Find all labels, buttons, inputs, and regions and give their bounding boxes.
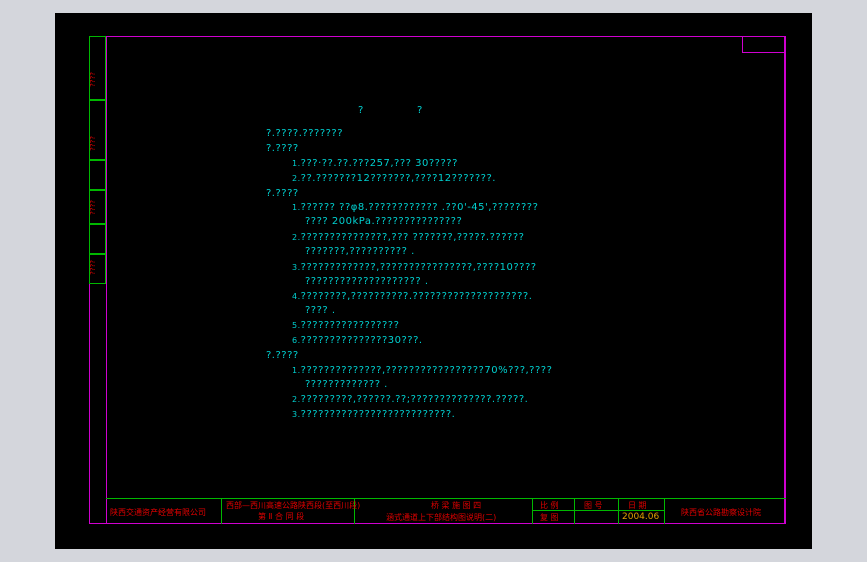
note-line: 1.?????? ??φ8.???????????? .??0'-45',???… [292,202,538,213]
date-label: 日 期 [628,501,647,510]
section-heading: ?.???? [266,143,299,154]
side-strip-cell [89,100,106,160]
side-label: ???? [89,72,97,87]
title-block-divider [664,498,665,524]
note-line: 2.???????????????,??? ???????,?????.????… [292,232,524,243]
title-block: 陕西交通资产经营有限公司 西部—西川高速公路陕西段(至西川段) 第 Ⅱ 合 同 … [106,498,786,524]
note-text: ???? . [305,305,336,316]
drawing-series: 桥 梁 施 图 四 [431,501,482,510]
note-number: 3. [292,263,301,272]
note-number: 2. [292,395,301,404]
corner-box [742,36,786,53]
note-text: ??.???????12???????,????12???????. [300,173,496,184]
note-number: 1. [292,366,301,375]
scale-label: 比 例 [540,501,559,510]
title-block-divider [574,498,575,524]
section-heading: ?.???? [266,188,299,199]
note-text: ???? 200kPa.??????????????? [305,216,463,227]
review-label: 复 图 [540,513,559,522]
company-name: 陕西交通资产经营有限公司 [110,508,206,517]
note-line: 5.????????????????? [292,320,399,331]
design-institute: 陕西省公路勘察设计院 [681,508,761,517]
note-text: ????????????????? [300,320,400,331]
note-number: 1. [292,159,301,168]
note-text: ???????,?????????? . [305,246,415,257]
title-block-divider [532,498,533,524]
note-text: ?????????,??????.??;??????????????.?????… [300,394,529,405]
note-text: ???????????????30???. [300,335,423,346]
note-line: 2.??.???????12???????,????12???????. [292,173,496,184]
title-block-divider [221,498,222,524]
note-number: 2. [292,174,301,183]
project-name: 西部—西川高速公路陕西段(至西川段) [226,501,361,510]
side-label: ???? [89,200,97,215]
note-text: ?????? ??φ8.???????????? .??0'-45',?????… [300,202,539,213]
note-text: ???·??.??.???257,??? 30????? [300,158,458,169]
note-text: ??????????????,?????????????????70%???,?… [300,365,553,376]
note-text: ?.???? [266,350,299,361]
section-heading: ?.????.??????? [266,128,343,139]
note-line: ???? 200kPa.??????????????? [305,216,462,227]
note-text: ???????????????????? . [305,276,429,287]
note-number: 3. [292,410,301,419]
note-line: 2.?????????,??????.??;??????????????.???… [292,394,528,405]
note-text: ???????????????,??? ???????,?????.?????? [300,232,525,243]
note-line: 3.?????????????,????????????????,????10?… [292,262,537,273]
note-number: 6. [292,336,301,345]
note-line: ???????,?????????? . [305,246,415,257]
note-text: ?.???? [266,143,299,154]
drawing-frame-inner [106,36,786,524]
side-label: ???? [89,260,97,275]
note-line: 6.???????????????30???. [292,335,423,346]
title-block-divider [618,498,619,524]
note-line: 3.??????????????????????????. [292,409,455,420]
note-number: 4. [292,292,301,301]
section-heading: ?.???? [266,350,299,361]
sheet-number-label: 图 号 [584,501,603,510]
note-number: 1. [292,203,301,212]
note-line: ???? . [305,305,336,316]
side-strip-cell [89,160,106,190]
note-line: ????????????? . [305,379,388,390]
note-line: ???????????????????? . [305,276,429,287]
note-line: 1.???·??.??.???257,??? 30????? [292,158,458,169]
drawing-title: 涵式通道上下部结构图说明(二) [386,513,497,522]
note-line: 4.????????,??????????.??????????????????… [292,291,532,302]
side-strip-cell [89,224,106,254]
note-text: ??????????????????????????. [300,409,456,420]
note-number: 5. [292,321,301,330]
note-text: ?.???? [266,188,299,199]
side-label: ???? [89,136,97,151]
note-text: ????????????? . [305,379,388,390]
note-text: ?.????.??????? [266,128,344,139]
note-number: 2. [292,233,301,242]
date-value: 2004.06 [622,512,660,522]
contract-section: 第 Ⅱ 合 同 段 [258,512,305,521]
heading-right: ? [417,105,423,116]
note-text: ????????,??????????.????????????????????… [300,291,533,302]
note-line: 1.??????????????,?????????????????70%???… [292,365,552,376]
heading-left: ? [358,105,364,116]
note-text: ?????????????,????????????????,????10???… [300,262,537,273]
side-strip-cell [89,36,106,100]
title-block-top-line [106,498,786,499]
